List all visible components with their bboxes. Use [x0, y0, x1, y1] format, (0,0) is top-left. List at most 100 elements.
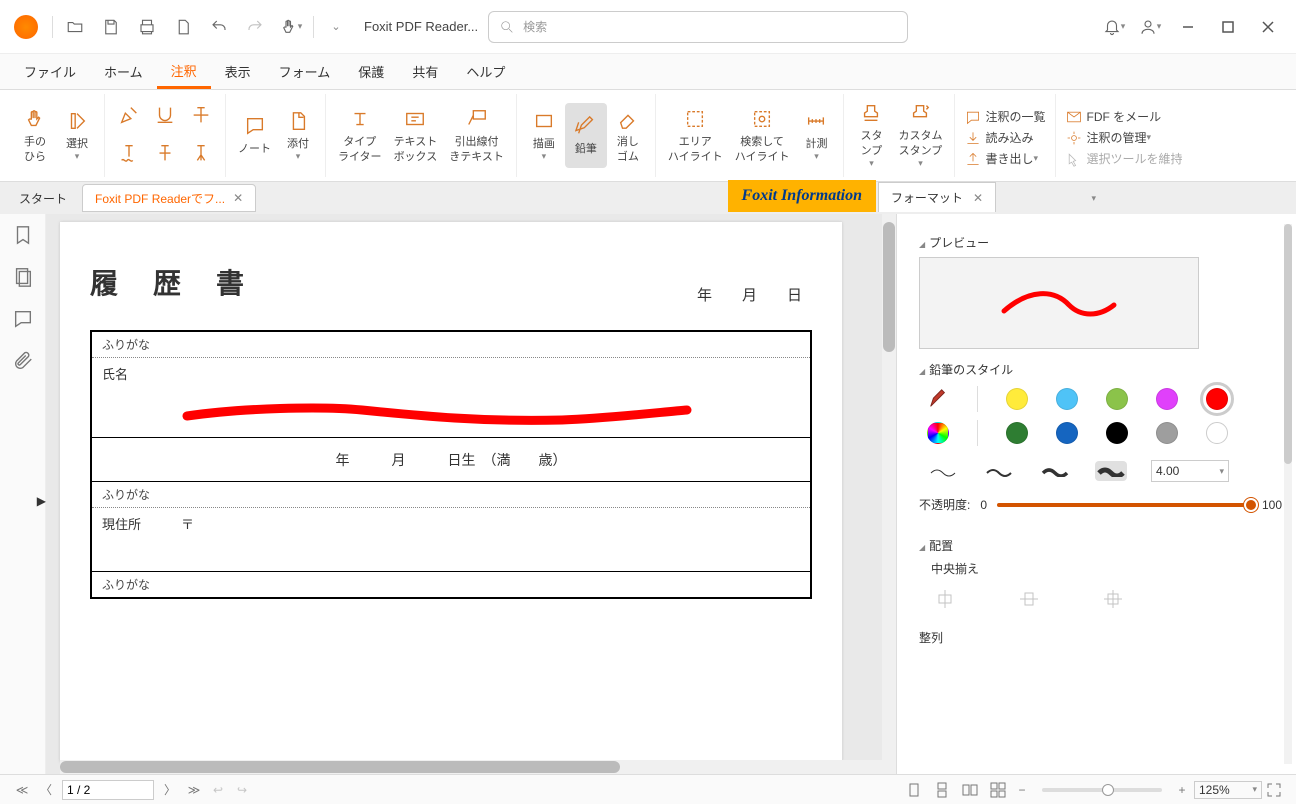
zoom-slider[interactable]: [1042, 788, 1162, 792]
search-highlight-button[interactable]: 検索して ハイライト: [729, 103, 796, 168]
color-yellow[interactable]: [1006, 388, 1028, 410]
next-page-button[interactable]: 〉: [158, 778, 182, 802]
select-tool-button[interactable]: 選択▾: [56, 103, 98, 168]
replace-button[interactable]: [147, 137, 183, 173]
menu-share[interactable]: 共有: [398, 56, 452, 87]
opacity-slider[interactable]: [997, 503, 1252, 507]
expand-rail-icon[interactable]: ▶: [37, 494, 46, 508]
page-icon[interactable]: [169, 13, 197, 41]
menu-comment[interactable]: 注釈: [157, 55, 211, 89]
search-input[interactable]: 検索: [488, 11, 908, 43]
zoom-out-button[interactable]: −: [1010, 778, 1034, 802]
stroke-thin[interactable]: [927, 461, 959, 481]
menu-help[interactable]: ヘルプ: [452, 56, 519, 87]
tab-document[interactable]: Foxit PDF Readerでフ...✕: [82, 184, 256, 212]
color-darkgreen[interactable]: [1006, 422, 1028, 444]
fullscreen-button[interactable]: [1262, 778, 1286, 802]
zoom-value-select[interactable]: 125%▾: [1194, 781, 1262, 799]
comments-list-link[interactable]: 注釈の一覧: [961, 106, 1049, 127]
page-number-input[interactable]: [62, 780, 154, 800]
maximize-button[interactable]: [1208, 7, 1248, 47]
tab-format[interactable]: フォーマット✕: [878, 182, 996, 212]
prev-page-button[interactable]: 〈: [34, 778, 58, 802]
strikeout-button[interactable]: [183, 99, 219, 135]
measure-button[interactable]: 計測▾: [795, 103, 837, 168]
comments-icon[interactable]: [12, 308, 34, 330]
eraser-button[interactable]: 消し ゴム: [607, 103, 649, 168]
nav-fwd-button[interactable]: ↪: [230, 778, 254, 802]
close-button[interactable]: [1248, 7, 1288, 47]
color-red[interactable]: [1206, 388, 1228, 410]
pencil-button[interactable]: 鉛筆: [565, 103, 607, 168]
manage-comments-link[interactable]: 注釈の管理▾: [1062, 127, 1155, 148]
vertical-scrollbar[interactable]: [882, 214, 896, 774]
insert-button[interactable]: [183, 137, 219, 173]
custom-stamp-button[interactable]: カスタム スタンプ▾: [892, 97, 948, 173]
textbox-button[interactable]: テキスト ボックス: [388, 103, 444, 168]
pencil-annotation[interactable]: [182, 398, 692, 428]
color-blue[interactable]: [1056, 422, 1078, 444]
import-link[interactable]: 読み込み: [961, 127, 1037, 148]
menu-form[interactable]: フォーム: [265, 56, 345, 87]
single-page-icon[interactable]: [902, 778, 926, 802]
stroke-xthick[interactable]: [1095, 461, 1127, 481]
bell-icon[interactable]: ▾: [1100, 13, 1128, 41]
hand-tool-button[interactable]: 手の ひら: [14, 103, 56, 168]
user-icon[interactable]: ▾: [1136, 13, 1164, 41]
area-highlight-button[interactable]: エリア ハイライト: [662, 103, 729, 168]
stamp-button[interactable]: スタ ンプ▾: [850, 97, 892, 173]
align-vcenter-icon[interactable]: [933, 587, 957, 611]
document-area[interactable]: 履 歴 書 年 月 日 ふりがな 氏名 年 月 日生 （満 歳） ふりがな 現住…: [46, 214, 896, 774]
stroke-width-select[interactable]: 4.00▾: [1151, 460, 1229, 482]
menu-home[interactable]: ホーム: [90, 56, 157, 87]
close-icon[interactable]: ✕: [233, 191, 243, 205]
bookmark-icon[interactable]: [12, 224, 34, 246]
foxit-info-banner[interactable]: Foxit Information: [728, 180, 876, 212]
callout-button[interactable]: 引出線付 きテキスト: [443, 103, 510, 168]
export-link[interactable]: 書き出し▾: [961, 148, 1042, 169]
hand-dropdown-icon[interactable]: ▾: [277, 13, 305, 41]
keep-select-link[interactable]: 選択ツールを維持: [1062, 148, 1186, 169]
draw-button[interactable]: 描画▾: [523, 103, 565, 168]
minimize-button[interactable]: [1168, 7, 1208, 47]
color-black[interactable]: [1106, 422, 1128, 444]
nav-back-button[interactable]: ↩: [206, 778, 230, 802]
undo-icon[interactable]: [205, 13, 233, 41]
panel-scrollbar[interactable]: [1284, 224, 1292, 764]
attach-button[interactable]: 添付▾: [277, 105, 319, 167]
color-magenta[interactable]: [1156, 388, 1178, 410]
color-cyan[interactable]: [1056, 388, 1078, 410]
align-center-icon[interactable]: [1101, 587, 1125, 611]
pen-style-icon[interactable]: [927, 388, 949, 410]
color-green[interactable]: [1106, 388, 1128, 410]
menu-protect[interactable]: 保護: [344, 56, 398, 87]
close-icon[interactable]: ✕: [973, 191, 983, 205]
cont-facing-icon[interactable]: [986, 778, 1010, 802]
menu-file[interactable]: ファイル: [10, 56, 90, 87]
attachments-icon[interactable]: [12, 350, 34, 372]
menu-view[interactable]: 表示: [211, 56, 265, 87]
save-icon[interactable]: [97, 13, 125, 41]
continuous-icon[interactable]: [930, 778, 954, 802]
stroke-thick[interactable]: [1039, 461, 1071, 481]
stroke-med[interactable]: [983, 461, 1015, 481]
fdf-mail-link[interactable]: FDF をメール: [1062, 106, 1165, 127]
horizontal-scrollbar[interactable]: [60, 760, 882, 774]
note-button[interactable]: ノート: [232, 105, 277, 167]
open-icon[interactable]: [61, 13, 89, 41]
color-picker-icon[interactable]: [927, 422, 949, 444]
redo-icon[interactable]: [241, 13, 269, 41]
align-hcenter-icon[interactable]: [1017, 587, 1041, 611]
color-white[interactable]: [1206, 422, 1228, 444]
typewriter-button[interactable]: タイプ ライター: [332, 103, 388, 168]
last-page-button[interactable]: ≫: [182, 778, 206, 802]
facing-icon[interactable]: [958, 778, 982, 802]
color-gray[interactable]: [1156, 422, 1178, 444]
tab-start[interactable]: スタート: [6, 184, 80, 212]
print-icon[interactable]: [133, 13, 161, 41]
tab-overflow-icon[interactable]: ▾: [1091, 193, 1096, 204]
underline-button[interactable]: [147, 99, 183, 135]
pages-icon[interactable]: [12, 266, 34, 288]
zoom-in-button[interactable]: +: [1170, 778, 1194, 802]
first-page-button[interactable]: ≪: [10, 778, 34, 802]
